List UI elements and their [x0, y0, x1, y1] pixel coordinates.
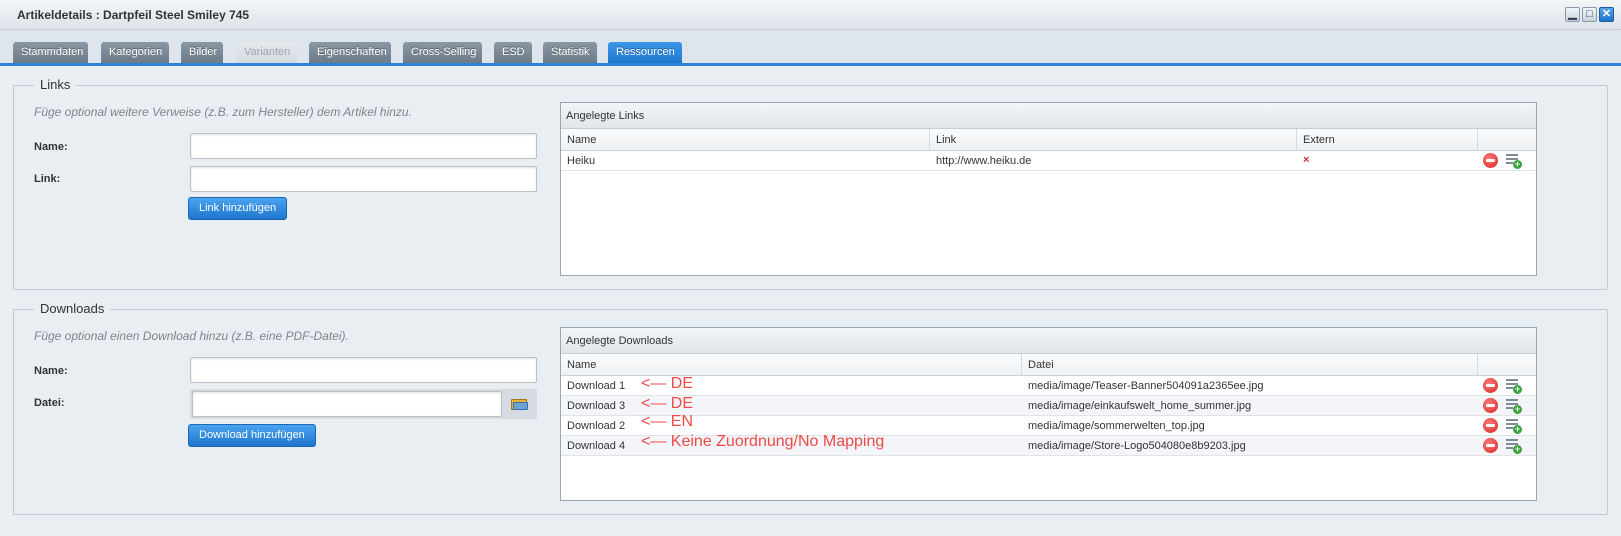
column-header-name[interactable]: Name [561, 129, 930, 151]
downloads-legend: Downloads [34, 301, 111, 316]
downloads-grid-title: Angelegte Downloads [561, 328, 1536, 354]
tab-stammdaten[interactable]: Stammdaten [13, 42, 88, 63]
link-name-cell: Heiku [567, 155, 596, 167]
column-header-actions [1478, 129, 1536, 151]
add-link-button[interactable]: Link hinzufügen [188, 197, 288, 220]
minus-circle-icon[interactable] [1483, 418, 1498, 433]
download-name-cell: Download 2 [567, 420, 626, 432]
links-grid: Angelegte Links Name Link Extern Heiku h… [560, 102, 1537, 276]
minus-circle-icon[interactable] [1483, 398, 1498, 413]
tab-kategorien[interactable]: Kategorien [101, 42, 169, 63]
add-download-button[interactable]: Download hinzufügen [188, 424, 316, 447]
window-title: Artikeldetails : Dartpfeil Steel Smiley … [17, 8, 250, 22]
table-row[interactable]: Download 3 <— DE media/image/einkaufswel… [561, 395, 1536, 416]
language-annotation: <— Keine Zuordnung/No Mapping [641, 433, 885, 450]
links-grid-title: Angelegte Links [561, 103, 1536, 129]
tab-statistik[interactable]: Statistik [543, 42, 597, 63]
tab-bilder[interactable]: Bilder [181, 42, 223, 63]
minus-circle-icon[interactable] [1483, 153, 1498, 168]
column-header-datei[interactable]: Datei [1022, 354, 1478, 376]
column-header-link[interactable]: Link [930, 129, 1297, 151]
download-file-cell: media/image/einkaufswelt_home_summer.jpg [1028, 400, 1252, 412]
tab-esd[interactable]: ESD [494, 42, 532, 63]
tab-bar: Stammdaten Kategorien Bilder Varianten E… [0, 30, 1621, 66]
downloads-fieldset: Downloads Füge optional einen Download h… [13, 301, 1608, 515]
download-file-label: Datei: [34, 397, 65, 409]
table-row[interactable]: Heiku http://www.heiku.de × + [561, 151, 1536, 171]
tab-eigenschaften[interactable]: Eigenschaften [309, 42, 391, 63]
links-legend: Links [34, 77, 77, 92]
minimize-icon: ▁ [1568, 8, 1577, 20]
links-grid-header: Name Link Extern [561, 129, 1536, 151]
minimize-button[interactable]: ▁ [1565, 7, 1580, 22]
links-fieldset: Links Füge optional weitere Verweise (z.… [13, 77, 1608, 290]
link-url-label: Link: [34, 173, 61, 185]
links-hint: Füge optional weitere Verweise (z.B. zum… [34, 105, 412, 119]
close-button[interactable]: ✕ [1599, 7, 1614, 22]
add-row-icon[interactable]: + [1506, 397, 1522, 414]
column-header-actions [1478, 354, 1536, 376]
download-file-cell: media/image/Store-Logo504080e8b9203.jpg [1028, 440, 1246, 452]
minus-circle-icon[interactable] [1483, 438, 1498, 453]
window-titlebar: Artikeldetails : Dartpfeil Steel Smiley … [0, 0, 1621, 30]
download-name-cell: Download 4 [567, 440, 626, 452]
table-row[interactable]: Download 4 <— Keine Zuordnung/No Mapping… [561, 433, 1536, 456]
language-annotation: <— EN [641, 413, 694, 430]
download-name-input[interactable] [190, 357, 537, 383]
maximize-button[interactable]: □ [1582, 7, 1597, 22]
downloads-grid-header: Name Datei [561, 354, 1536, 376]
column-header-name[interactable]: Name [561, 354, 1022, 376]
window-controls: ▁ □ ✕ [1565, 7, 1614, 22]
link-url-input[interactable] [190, 166, 537, 192]
minus-circle-icon[interactable] [1483, 378, 1498, 393]
download-name-label: Name: [34, 365, 68, 377]
link-name-input[interactable] [190, 133, 537, 159]
download-name-cell: Download 3 [567, 400, 626, 412]
add-row-icon[interactable]: + [1506, 152, 1522, 169]
download-file-cell: media/image/sommerwelten_top.jpg [1028, 420, 1205, 432]
add-row-icon[interactable]: + [1506, 437, 1522, 454]
column-header-extern[interactable]: Extern [1297, 129, 1478, 151]
maximize-icon: □ [1586, 8, 1593, 20]
tab-ressourcen[interactable]: Ressourcen [608, 42, 682, 63]
x-icon: × [1303, 154, 1310, 166]
download-file-input[interactable] [192, 391, 502, 417]
download-name-cell: Download 1 [567, 380, 626, 392]
folder-icon[interactable] [511, 397, 529, 411]
table-row[interactable]: Download 1 <— DE media/image/Teaser-Bann… [561, 375, 1536, 396]
tab-varianten: Varianten [236, 42, 297, 63]
add-row-icon[interactable]: + [1506, 377, 1522, 394]
close-icon: ✕ [1601, 8, 1612, 20]
downloads-hint: Füge optional einen Download hinzu (z.B.… [34, 329, 349, 343]
file-field-container [190, 389, 537, 419]
add-row-icon[interactable]: + [1506, 417, 1522, 434]
link-url-cell: http://www.heiku.de [936, 155, 1032, 167]
downloads-grid: Angelegte Downloads Name Datei Download … [560, 327, 1537, 501]
link-name-label: Name: [34, 141, 68, 153]
language-annotation: <— DE [641, 395, 694, 412]
tab-cross-selling[interactable]: Cross-Selling [403, 42, 482, 63]
language-annotation: <— DE [641, 375, 694, 392]
download-file-cell: media/image/Teaser-Banner504091a2365ee.j… [1028, 380, 1264, 392]
